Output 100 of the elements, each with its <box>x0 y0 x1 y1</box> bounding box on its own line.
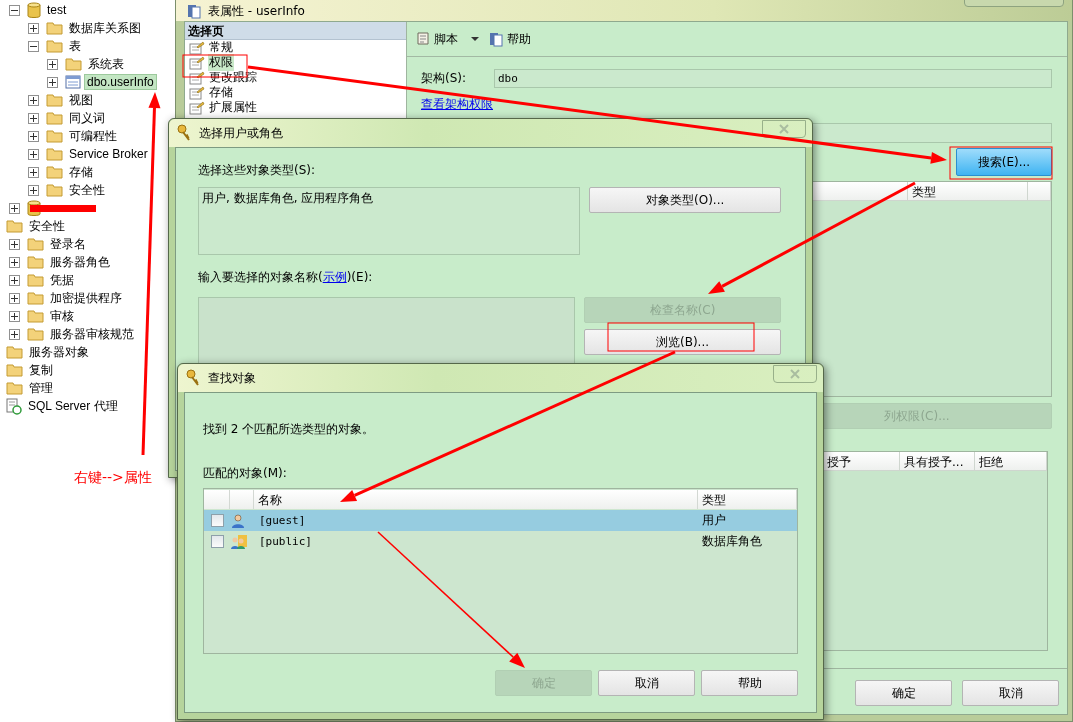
folder-icon <box>46 147 63 161</box>
close-button[interactable] <box>762 120 806 138</box>
folder-icon <box>46 165 63 179</box>
document-icon <box>186 3 202 19</box>
page-item[interactable]: 常规 <box>208 39 234 56</box>
tree-item[interactable]: 复制 <box>26 360 56 380</box>
dialog-title: 选择用户或角色 <box>199 124 283 142</box>
folder-icon <box>6 363 23 377</box>
table-icon <box>65 75 81 89</box>
expander-icon[interactable] <box>9 202 20 214</box>
expander-icon[interactable] <box>47 58 58 70</box>
tree-item[interactable]: 加密提供程序 <box>47 288 125 308</box>
folder-icon <box>65 57 82 71</box>
expander-icon[interactable] <box>9 4 20 16</box>
tree-item[interactable]: 视图 <box>66 90 96 110</box>
folder-icon <box>46 21 63 35</box>
expander-icon[interactable] <box>28 94 39 106</box>
page-icon <box>189 70 205 85</box>
field-label: 选择这些对象类型(S): <box>198 162 317 179</box>
column-header[interactable]: 拒绝 <box>975 452 1047 471</box>
tree-item[interactable]: 登录名 <box>47 234 89 254</box>
object-types-field[interactable]: 用户, 数据库角色, 应用程序角色 <box>198 187 581 255</box>
folder-icon <box>46 129 63 143</box>
checkbox[interactable] <box>211 535 224 548</box>
expander-icon[interactable] <box>9 256 20 268</box>
expander-icon[interactable] <box>28 148 39 160</box>
object-type: 用户 <box>701 512 727 529</box>
expander-icon[interactable] <box>9 328 20 340</box>
panel-header: 选择页 <box>185 22 406 40</box>
schema-permissions-link[interactable]: 查看架构权限 <box>421 97 493 111</box>
page-icon <box>189 40 205 55</box>
tree-item[interactable]: 数据库关系图 <box>66 18 144 38</box>
database-icon <box>27 1 41 19</box>
tree-item[interactable]: 安全性 <box>66 180 108 200</box>
toolbar-button[interactable]: 帮助 <box>507 30 531 48</box>
checkbox[interactable] <box>211 514 224 527</box>
browse-button[interactable]: 浏览(B)... <box>584 329 781 355</box>
object-types-button[interactable]: 对象类型(O)... <box>589 187 781 213</box>
users-icon <box>230 533 248 550</box>
expander-icon[interactable] <box>47 76 58 88</box>
list-row[interactable]: [guest] 用户 <box>204 510 797 531</box>
page-item[interactable]: 扩展属性 <box>208 99 258 116</box>
dialog-button[interactable]: 帮助 <box>701 670 798 696</box>
tree-item[interactable]: 同义词 <box>66 108 108 128</box>
expander-icon[interactable] <box>28 112 39 124</box>
schema-field[interactable]: dbo <box>494 69 1052 88</box>
expander-icon[interactable] <box>9 274 20 286</box>
column-header[interactable]: 具有授予... <box>900 452 975 471</box>
tree-item[interactable]: 存储 <box>66 162 96 182</box>
result-text: 找到 2 个匹配所选类型的对象。 <box>203 421 376 438</box>
expander-icon[interactable] <box>9 310 20 322</box>
column-header <box>204 490 230 509</box>
folder-icon <box>6 219 23 233</box>
folder-icon <box>27 273 44 287</box>
tree-item[interactable]: 审核 <box>47 306 77 326</box>
column-header[interactable]: 名称 <box>254 490 698 509</box>
column-header[interactable]: 类型 <box>908 182 1028 201</box>
folder-icon <box>27 309 44 323</box>
tree-item[interactable]: 服务器对象 <box>26 342 92 362</box>
page-item[interactable]: 更改跟踪 <box>208 69 258 86</box>
dialog-button[interactable]: 确定 <box>855 680 952 706</box>
window-title: 表属性 - userInfo <box>208 2 305 20</box>
expander-icon[interactable] <box>9 238 20 250</box>
column-header[interactable]: 授予 <box>823 452 900 471</box>
tree-item[interactable]: dbo.userInfo <box>84 74 157 90</box>
toolbar-button[interactable]: 脚本 <box>434 30 458 48</box>
tree-item[interactable]: 服务器审核规范 <box>47 324 137 344</box>
folder-icon <box>46 39 63 53</box>
tree-item[interactable]: 系统表 <box>85 54 127 74</box>
expander-icon[interactable] <box>28 130 39 142</box>
annotation-text: 右键-->属性 <box>74 469 152 487</box>
search-button[interactable]: 搜索(E)... <box>956 148 1052 176</box>
folder-icon <box>46 111 63 125</box>
tree-item[interactable]: Service Broker <box>66 146 151 162</box>
expander-icon[interactable] <box>28 22 39 34</box>
tree-item[interactable]: SQL Server 代理 <box>25 396 121 416</box>
dialog-button[interactable]: 取消 <box>962 680 1059 706</box>
folder-icon <box>27 327 44 341</box>
tree-item[interactable]: 可编程性 <box>66 126 120 146</box>
column-header[interactable]: 类型 <box>698 490 797 509</box>
tree-item[interactable]: 管理 <box>26 378 56 398</box>
folder-icon <box>46 183 63 197</box>
tree-item[interactable]: 安全性 <box>26 216 68 236</box>
object-type: 数据库角色 <box>701 533 763 550</box>
document-icon <box>488 31 504 47</box>
folder-icon <box>27 237 44 251</box>
expander-icon[interactable] <box>28 40 39 52</box>
expander-icon[interactable] <box>9 292 20 304</box>
tree-item[interactable]: 凭据 <box>47 270 77 290</box>
expander-icon[interactable] <box>28 184 39 196</box>
dialog-button[interactable]: 取消 <box>598 670 695 696</box>
tree-item[interactable]: 表 <box>66 36 84 56</box>
example-link[interactable]: 示例 <box>322 270 347 284</box>
list-row[interactable]: [public] 数据库角色 <box>204 531 797 552</box>
tree-item[interactable]: 服务器角色 <box>47 252 113 272</box>
column-header <box>1028 182 1051 201</box>
page-item[interactable]: 存储 <box>208 84 234 101</box>
tree-item[interactable]: test <box>44 2 70 18</box>
expander-icon[interactable] <box>28 166 39 178</box>
folder-icon <box>6 345 23 359</box>
